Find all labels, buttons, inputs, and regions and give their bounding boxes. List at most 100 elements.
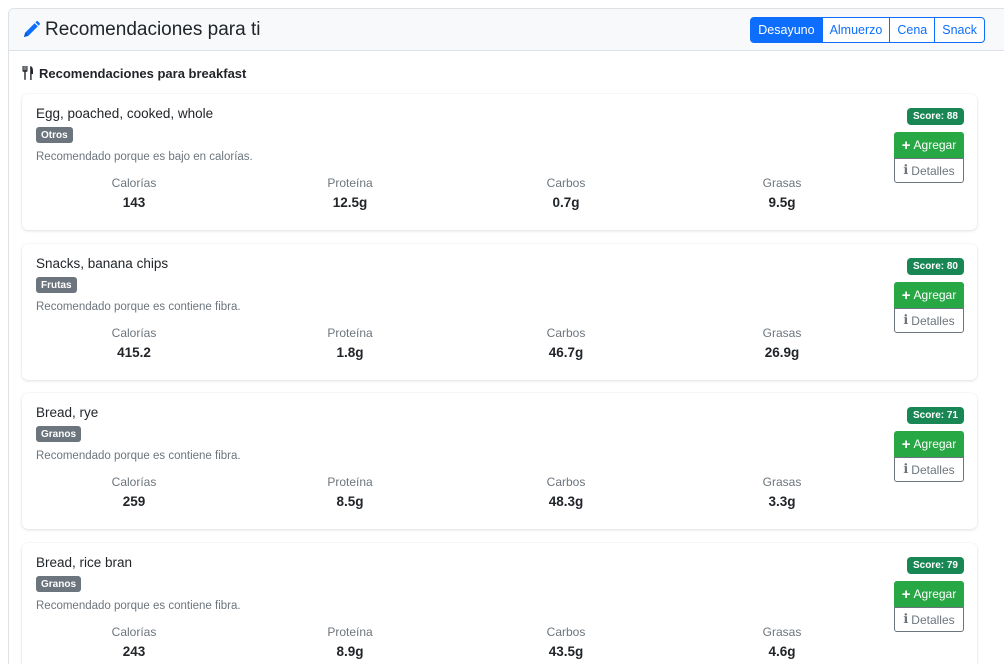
section-heading-text: Recomendaciones para breakfast	[39, 65, 247, 81]
plus-icon: +	[901, 435, 911, 453]
nutrient-value: 143	[122, 195, 146, 210]
nutrient-label: Carbos	[546, 176, 586, 190]
add-button-label: Agregar	[913, 138, 957, 152]
nutrient-calories: Calorías 259	[74, 475, 194, 509]
plus-icon: +	[901, 136, 911, 154]
info-icon: ℹ	[903, 612, 909, 627]
recommendation-card: Snacks, banana chips Frutas Recomendado …	[22, 244, 977, 380]
nutrient-fat: Grasas 3.3g	[722, 475, 842, 509]
info-icon: ℹ	[903, 163, 909, 178]
details-button[interactable]: ℹ Detalles	[894, 457, 964, 482]
info-icon: ℹ	[903, 462, 909, 477]
recommendation-reason: Recomendado porque es contiene fibra.	[36, 450, 241, 462]
nutrient-protein: Proteína 8.5g	[290, 475, 410, 509]
tab-cena[interactable]: Cena	[889, 17, 936, 43]
panel-title-text: Recomendaciones para ti	[45, 18, 261, 40]
nutrient-carbs: Carbos 0.7g	[506, 176, 626, 210]
score-badge: Score: 71	[906, 407, 964, 424]
nutrient-label: Grasas	[762, 475, 802, 489]
details-button-label: Detalles	[911, 612, 955, 627]
recommendation-reason: Recomendado porque es contiene fibra.	[36, 301, 241, 313]
nutrient-value: 1.8g	[336, 345, 364, 360]
nutrient-label: Carbos	[546, 625, 586, 639]
score-badge: Score: 80	[906, 258, 964, 275]
food-name: Bread, rice bran	[36, 555, 133, 570]
nutrient-carbs: Carbos 46.7g	[506, 326, 626, 360]
details-button-label: Detalles	[911, 462, 955, 477]
category-badge: Granos	[36, 426, 82, 442]
plus-icon: +	[901, 286, 911, 304]
nutrient-label: Proteína	[327, 625, 373, 639]
nutrient-label: Calorías	[111, 326, 157, 340]
score-badge: Score: 79	[906, 557, 964, 574]
nutrient-carbs: Carbos 43.5g	[506, 625, 626, 659]
recommendation-reason: Recomendado porque es bajo en calorías.	[36, 151, 253, 163]
score-badge: Score: 88	[906, 108, 964, 125]
nutrient-protein: Proteína 8.9g	[290, 625, 410, 659]
nutrient-value: 3.3g	[768, 494, 796, 509]
pencil-icon	[24, 20, 40, 37]
nutrient-value: 8.9g	[336, 644, 364, 659]
nutrient-value: 9.5g	[768, 195, 796, 210]
nutrient-label: Calorías	[111, 176, 157, 190]
recommendation-card: Egg, poached, cooked, whole Otros Recome…	[22, 94, 977, 230]
add-button-label: Agregar	[913, 587, 957, 601]
add-button[interactable]: + Agregar	[894, 581, 964, 607]
nutrient-value: 46.7g	[548, 345, 584, 360]
nutrient-fat: Grasas 26.9g	[722, 326, 842, 360]
nutrient-label: Calorías	[111, 475, 157, 489]
add-button[interactable]: + Agregar	[894, 431, 964, 457]
nutrient-label: Calorías	[111, 625, 157, 639]
nutrient-value: 12.5g	[332, 195, 368, 210]
nutrient-value: 243	[122, 644, 146, 659]
food-name: Snacks, banana chips	[36, 256, 169, 271]
details-button[interactable]: ℹ Detalles	[894, 308, 964, 333]
nutrient-label: Proteína	[327, 176, 373, 190]
nutrient-fat: Grasas 9.5g	[722, 176, 842, 210]
nutrient-value: 0.7g	[552, 195, 580, 210]
details-button-label: Detalles	[911, 163, 955, 178]
add-button[interactable]: + Agregar	[894, 132, 964, 158]
nutrient-protein: Proteína 1.8g	[290, 326, 410, 360]
nutrient-value: 4.6g	[768, 644, 796, 659]
recommendations-panel: Recomendaciones para ti Desayuno Almuerz…	[8, 8, 1004, 664]
nutrient-value: 43.5g	[548, 644, 584, 659]
category-badge: Otros	[36, 127, 73, 143]
nutrient-label: Carbos	[546, 475, 586, 489]
panel-header: Recomendaciones para ti Desayuno Almuerz…	[9, 9, 1004, 51]
tab-almuerzo[interactable]: Almuerzo	[821, 17, 891, 43]
nutrient-carbs: Carbos 48.3g	[506, 475, 626, 509]
add-button-label: Agregar	[913, 437, 957, 451]
panel-body: Recomendaciones para breakfast	[9, 65, 1004, 81]
nutrient-value: 26.9g	[764, 345, 800, 360]
info-icon: ℹ	[903, 313, 909, 328]
tab-desayuno[interactable]: Desayuno	[750, 17, 823, 43]
nutrient-label: Proteína	[327, 475, 373, 489]
tab-snack[interactable]: Snack	[934, 17, 985, 43]
details-button[interactable]: ℹ Detalles	[894, 607, 964, 632]
category-badge: Frutas	[36, 277, 77, 293]
nutrient-calories: Calorías 243	[74, 625, 194, 659]
nutrient-label: Carbos	[546, 326, 586, 340]
nutrient-label: Grasas	[762, 176, 802, 190]
utensils-icon	[22, 66, 33, 80]
nutrient-calories: Calorías 143	[74, 176, 194, 210]
nutrient-calories: Calorías 415.2	[74, 326, 194, 360]
food-name: Egg, poached, cooked, whole	[36, 106, 214, 121]
nutrient-label: Grasas	[762, 625, 802, 639]
add-button[interactable]: + Agregar	[894, 282, 964, 308]
nutrient-value: 415.2	[117, 345, 151, 360]
section-heading: Recomendaciones para breakfast	[22, 65, 1004, 81]
nutrient-label: Proteína	[327, 326, 373, 340]
category-badge: Granos	[36, 576, 82, 592]
recommendation-card: Bread, rye Granos Recomendado porque es …	[22, 393, 977, 529]
nutrient-value: 259	[122, 494, 146, 509]
nutrient-value: 8.5g	[336, 494, 364, 509]
details-button-label: Detalles	[911, 313, 955, 328]
nutrient-protein: Proteína 12.5g	[290, 176, 410, 210]
nutrient-fat: Grasas 4.6g	[722, 625, 842, 659]
details-button[interactable]: ℹ Detalles	[894, 158, 964, 183]
recommendation-card: Bread, rice bran Granos Recomendado porq…	[22, 543, 977, 664]
nutrient-label: Grasas	[762, 326, 802, 340]
add-button-label: Agregar	[913, 288, 957, 302]
